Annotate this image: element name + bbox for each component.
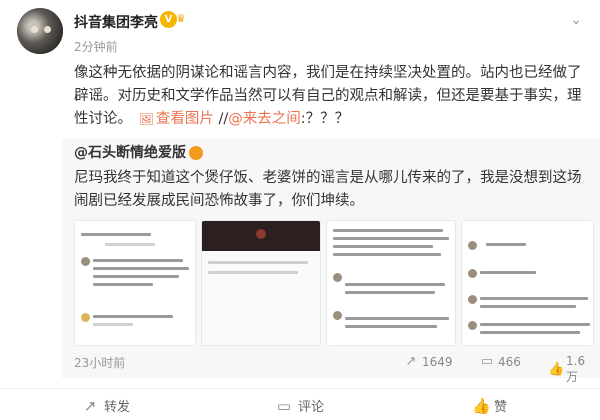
thumb-text-line [93,283,153,286]
thumb-text-line [333,229,443,232]
thumb-text-line [93,315,173,318]
thumb-text-line [81,233,151,236]
thumb-banner-dot [256,229,266,239]
thumb-text-line [208,261,308,264]
thumb-text-line [486,243,526,246]
crown-icon: ♛ [176,12,186,25]
retweet-comment-value: 466 [498,354,521,369]
thumb-text-line [480,297,588,300]
retweet-repost-value: 1649 [422,354,453,369]
thumb-text-line [345,325,437,328]
retweet-card[interactable]: @石头断情绝爱版 尼玛我终于知道这个煲仔饭、老婆饼的谣言是从哪儿传来的了，我是没… [62,138,600,384]
verified-badge-icon [189,146,203,160]
thumb-text-line [480,271,536,274]
thumb-avatar [468,269,477,278]
thumb-text-line [333,253,441,256]
thumb-avatar [81,313,90,322]
thumb-text-line [333,237,449,240]
thumb-avatar [468,241,477,250]
thumb-video-banner [202,221,320,251]
picture-icon[interactable]: 🖼 [139,112,154,126]
chevron-down-icon[interactable]: ⌄ [570,12,582,28]
author-name[interactable]: 抖音集团李亮 [74,12,158,32]
thumbs-up-icon: 👍 [548,362,565,377]
thumb-avatar [333,273,342,282]
view-image-link[interactable]: 查看图片 [156,111,214,127]
comment-label: 评论 [298,400,325,415]
thumb-text-line [345,317,449,320]
thumb-text-line [105,243,155,246]
thumb-avatar [81,257,90,266]
avatar-eye-right [44,26,51,33]
verified-badge-icon: V [160,11,177,28]
retweet-like-value: 1.6万 [566,354,586,384]
thumb-text-line [480,331,580,334]
like-button[interactable]: 👍 赞 [472,396,508,416]
cat-avatar-image [17,8,63,54]
repost-label: 转发 [104,400,131,415]
repost-icon: ↗ [83,396,97,415]
action-bar: ↗ 转发 ▭ 评论 👍 赞 [0,388,600,420]
mention-link[interactable]: @来去之间 [228,111,301,127]
retweet-comment-count[interactable]: ▭ 466 [480,354,521,369]
thumbs-up-icon: 👍 [472,396,491,415]
repost-icon: ↗ [405,354,417,369]
thumb-text-line [345,283,445,286]
thumb-text-line [480,323,590,326]
retweet-body: 尼玛我终于知道这个煲仔饭、老婆饼的谣言是从哪儿传来的了，我是没想到这场闹剧已经发… [74,170,582,209]
thumb-text-line [208,271,298,274]
thumb-text-line [480,305,576,308]
image-thumbnail[interactable] [201,220,321,346]
avatar-eye-left [31,26,38,33]
thumb-avatar [333,311,342,320]
comment-button[interactable]: ▭ 评论 [276,396,325,416]
thumb-text-line [93,323,133,326]
thumb-text-line [333,245,433,248]
like-label: 赞 [494,400,508,415]
avatar[interactable] [17,8,63,54]
thumb-text-line [93,259,183,262]
thumb-avatar [468,321,477,330]
image-thumbnail[interactable] [461,220,594,346]
comment-icon: ▭ [276,396,292,415]
post-time[interactable]: 2分钟前 [74,38,118,55]
repost-button[interactable]: ↗ 转发 [82,396,131,416]
thumb-text-line [345,291,435,294]
weibo-post: 抖音集团李亮 V ♛ 2分钟前 ⌄ 像这种无依据的阴谋论和谣言内容，我们是在持续… [0,0,600,420]
retweet-repost-count[interactable]: ↗ 1649 [404,354,453,369]
comment-icon: ▭ [480,354,494,369]
image-grid [74,220,594,346]
thumb-text-line [93,275,179,278]
mention-suffix: :？？？ [300,111,350,127]
retweet-like-count[interactable]: 👍 1.6万 [548,354,594,385]
post-body: 像这种无依据的阴谋论和谣言内容，我们是在持续坚决处置的。站内也已经做了辟谣。对历… [74,62,584,131]
image-thumbnail[interactable] [326,220,456,346]
image-thumbnail[interactable] [74,220,196,346]
repost-separator: // [218,111,229,127]
thumb-avatar [468,295,477,304]
retweet-author-name[interactable]: @石头断情绝爱版 [74,145,186,161]
retweet-author[interactable]: @石头断情绝爱版 [74,142,203,162]
thumb-text-line [93,267,189,270]
retweet-time[interactable]: 23小时前 [74,354,125,371]
